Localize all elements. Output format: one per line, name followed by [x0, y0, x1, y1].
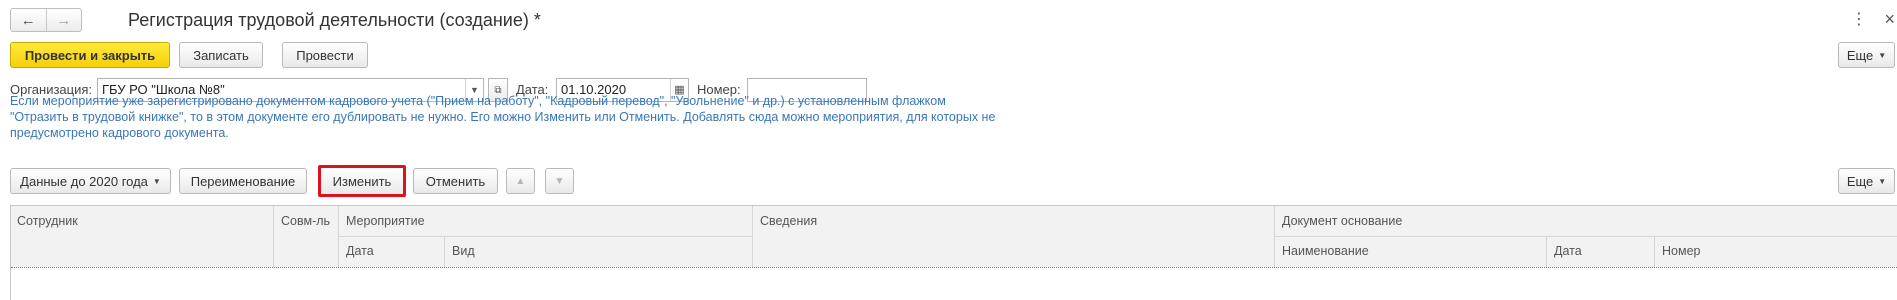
header-event-date[interactable]: Дата [340, 237, 374, 265]
table-more-button[interactable]: Еще ▼ [1838, 168, 1895, 194]
header-part-time[interactable]: Совм-ль [275, 207, 330, 235]
rename-button[interactable]: Переименование [179, 168, 307, 194]
arrow-down-icon: ▼ [554, 175, 565, 187]
header-basis-document[interactable]: Документ основание [1276, 207, 1402, 235]
column-divider [1654, 236, 1655, 267]
employment-events-table[interactable]: Сотрудник Совм-ль Мероприятие Дата Вид С… [10, 205, 1897, 300]
header-basis-name[interactable]: Наименование [1276, 237, 1369, 265]
page-title: Регистрация трудовой деятельности (созда… [128, 10, 541, 30]
column-divider [273, 206, 274, 267]
table-body[interactable] [11, 267, 1897, 300]
move-down-button[interactable]: ▼ [545, 168, 574, 194]
table-more-label: Еще [1846, 173, 1874, 189]
chevron-down-icon: ▼ [1878, 50, 1887, 60]
save-button[interactable]: Записать [179, 42, 263, 68]
move-up-button[interactable]: ▲ [506, 168, 535, 194]
row-divider [338, 236, 752, 237]
header-info[interactable]: Сведения [754, 207, 817, 235]
header-event-type[interactable]: Вид [446, 237, 475, 265]
header-event[interactable]: Мероприятие [340, 207, 425, 235]
back-arrow-icon[interactable]: ← [11, 9, 46, 31]
arrow-up-icon: ▲ [515, 175, 526, 187]
header-basis-number[interactable]: Номер [1656, 237, 1700, 265]
forward-arrow-icon[interactable]: → [45, 9, 82, 31]
close-icon[interactable]: × [1884, 8, 1895, 30]
more-button[interactable]: Еще ▼ [1838, 42, 1895, 68]
more-button-label: Еще [1846, 47, 1874, 63]
header-employee[interactable]: Сотрудник [11, 207, 78, 235]
header-basis-date[interactable]: Дата [1548, 237, 1582, 265]
cancel-entry-button[interactable]: Отменить [413, 168, 498, 194]
chevron-down-icon: ▼ [152, 176, 161, 186]
data-before-2020-button[interactable]: Данные до 2020 года ▼ [10, 168, 171, 194]
change-button[interactable]: Изменить [318, 165, 406, 197]
data-before-2020-label: Данные до 2020 года [20, 173, 148, 189]
column-divider [752, 206, 753, 267]
chevron-down-icon: ▼ [1878, 176, 1887, 186]
column-divider [444, 236, 445, 267]
more-actions-icon[interactable]: ⋮ [1851, 10, 1867, 30]
column-divider [1546, 236, 1547, 267]
post-button[interactable]: Провести [282, 42, 368, 68]
info-hint-text: Если мероприятие уже зарегистрировано до… [10, 94, 996, 140]
post-and-close-button[interactable]: Провести и закрыть [10, 42, 170, 68]
history-nav: ← → [10, 8, 82, 32]
row-divider [1274, 236, 1897, 237]
